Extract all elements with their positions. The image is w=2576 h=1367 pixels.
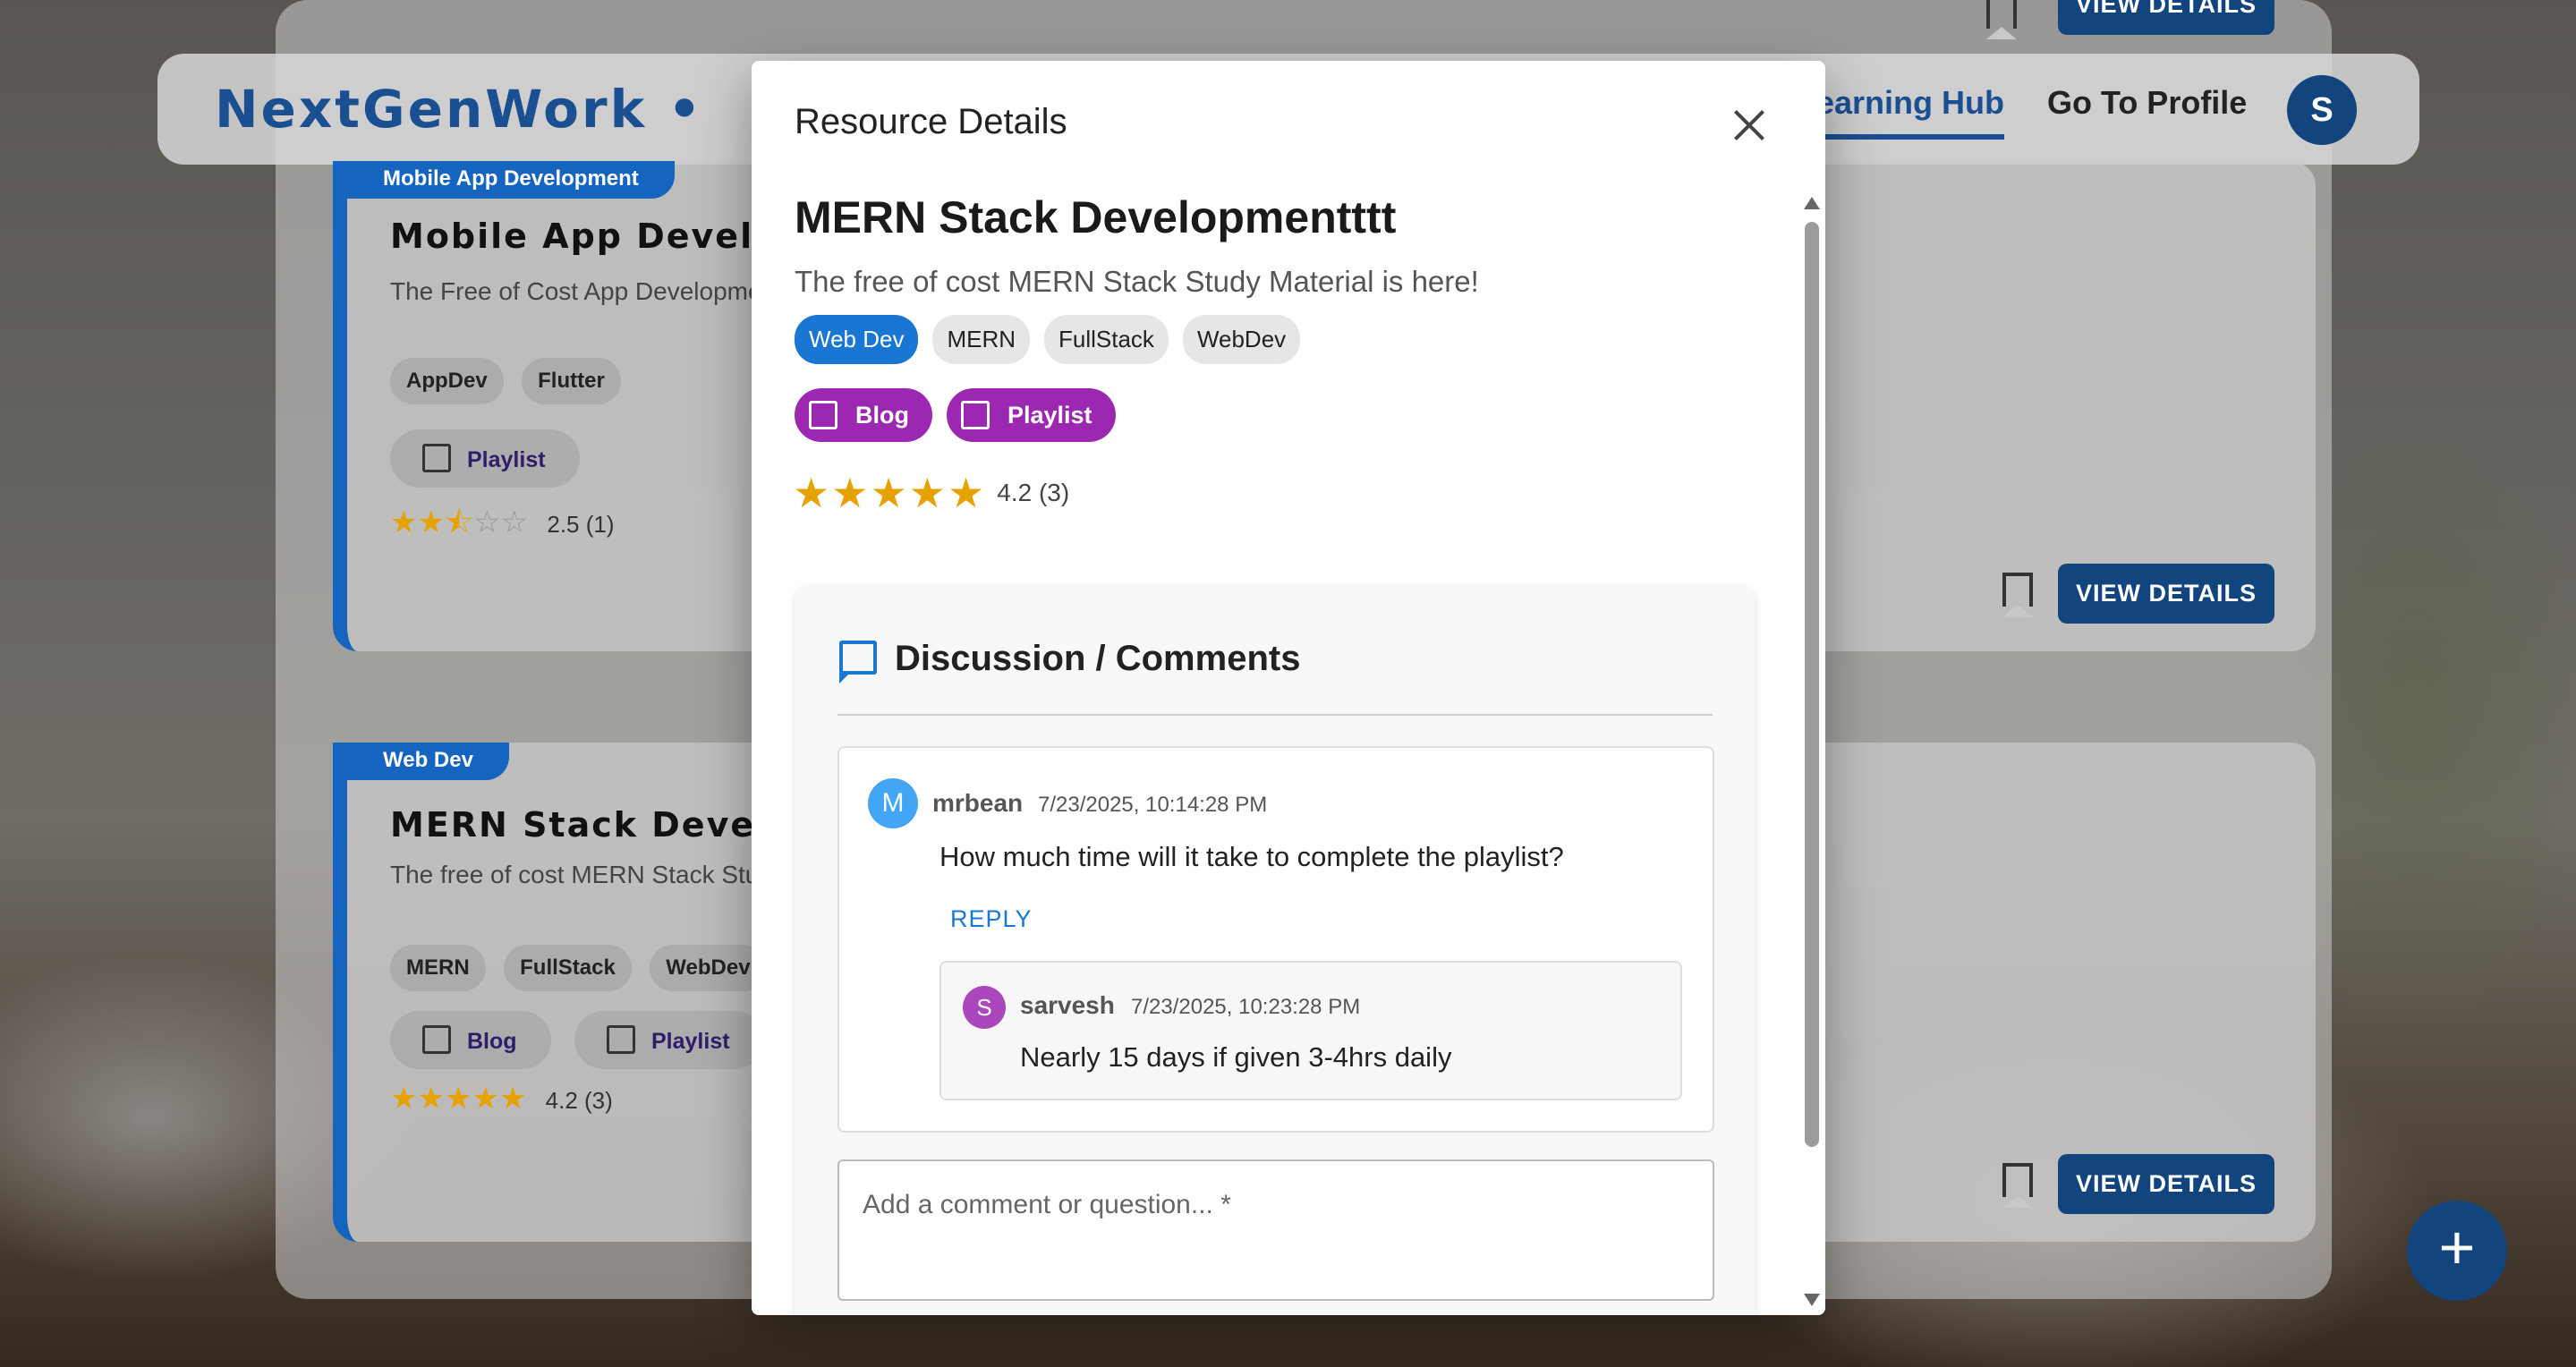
- open-in-new-icon: [961, 401, 990, 429]
- comment-icon: [839, 641, 877, 684]
- link-label: Blog: [855, 401, 909, 429]
- star-icon[interactable]: ★: [871, 469, 907, 517]
- tag-chip: Flutter: [522, 358, 621, 404]
- brand-logo[interactable]: NextGenWork •: [215, 79, 703, 140]
- open-in-new-icon: [809, 401, 837, 429]
- card-category-badge: Web Dev: [333, 743, 509, 780]
- link-label: Blog: [467, 1029, 517, 1054]
- card-links: Blog Playlist: [390, 1011, 784, 1069]
- discussion-panel: Discussion / Comments M mrbean 7/23/2025…: [795, 585, 1756, 1315]
- resource-description: The free of cost MERN Stack Study Materi…: [795, 265, 1479, 298]
- star-icon: ★: [498, 1082, 527, 1116]
- tag-chip: MERN: [390, 945, 486, 991]
- card-rating: ★★★★★ 4.2 (3): [390, 1081, 613, 1117]
- divider: [837, 714, 1713, 716]
- card-tags: AppDev Flutter: [390, 358, 635, 404]
- bookmark-icon[interactable]: [2002, 573, 2033, 617]
- comment-item: M mrbean 7/23/2025, 10:14:28 PM How much…: [837, 746, 1714, 1133]
- comment-author: mrbean: [932, 789, 1024, 817]
- rating-value: 4.2 (3): [997, 479, 1070, 506]
- star-half-icon: ⯪: [444, 505, 474, 539]
- category-chip: Web Dev: [795, 315, 919, 364]
- card-rating: ★★⯪☆☆ 2.5 (1): [390, 501, 615, 552]
- avatar: S: [963, 986, 1006, 1029]
- star-empty-icon: ☆: [473, 505, 501, 539]
- card-category-badge: Mobile App Development: [333, 161, 675, 199]
- tag-chip: FullStack: [504, 945, 632, 991]
- nav-go-to-profile[interactable]: Go To Profile: [2047, 84, 2247, 122]
- view-details-button[interactable]: VIEW DETAILS: [2058, 1154, 2275, 1214]
- star-icon[interactable]: ★: [793, 469, 829, 517]
- playlist-link-button[interactable]: Playlist: [947, 388, 1116, 442]
- blog-link-button[interactable]: Blog: [795, 388, 932, 442]
- view-details-button[interactable]: VIEW DETAILS: [2058, 0, 2275, 35]
- star-icon: ★: [444, 1082, 472, 1116]
- user-avatar[interactable]: S: [2287, 75, 2357, 145]
- tag-chip: AppDev: [390, 358, 504, 404]
- nav-learning-hub[interactable]: earning Hub: [1816, 84, 2005, 140]
- link-label: Playlist: [1007, 401, 1092, 429]
- open-in-new-icon: [422, 1025, 451, 1054]
- card-rating-value: 4.2 (3): [545, 1087, 613, 1114]
- star-empty-icon: ☆: [500, 505, 529, 539]
- star-icon[interactable]: ★: [948, 469, 984, 517]
- star-icon[interactable]: ★: [909, 469, 946, 517]
- resource-rating: ★ ★ ★ ★ ★ 4.2 (3): [793, 469, 1069, 517]
- star-icon: ★: [390, 1082, 418, 1116]
- add-resource-button[interactable]: +: [2407, 1201, 2507, 1301]
- link-label: Playlist: [467, 447, 546, 472]
- link-label: Playlist: [651, 1029, 730, 1054]
- resource-title: MERN Stack Developmentttt: [795, 192, 1397, 242]
- resource-links: Blog Playlist: [795, 388, 1130, 442]
- scroll-down-arrow[interactable]: [1804, 1294, 1820, 1306]
- card-links: Playlist: [390, 429, 599, 488]
- tag-chip: FullStack: [1044, 315, 1169, 364]
- star-icon: ★: [417, 1082, 445, 1116]
- tag-chip: WebDev: [650, 945, 767, 991]
- bookmark-icon[interactable]: [1986, 0, 2017, 39]
- star-icon: ★: [472, 1082, 499, 1116]
- avatar: M: [868, 778, 918, 828]
- comment-timestamp: 7/23/2025, 10:14:28 PM: [1038, 793, 1268, 817]
- star-icon: ★: [390, 505, 418, 539]
- dialog-title: Resource Details: [795, 102, 1067, 141]
- reply-text: Nearly 15 days if given 3-4hrs daily: [1020, 1041, 1452, 1073]
- comment-input-placeholder: Add a comment or question... *: [863, 1190, 1231, 1219]
- resource-details-dialog: Resource Details MERN Stack Developmentt…: [752, 61, 1825, 1315]
- reply-button[interactable]: REPLY: [950, 905, 1033, 933]
- star-icon[interactable]: ★: [831, 469, 868, 517]
- close-icon[interactable]: [1727, 104, 1772, 149]
- open-in-new-icon: [422, 444, 451, 472]
- card-title: Mobile App Develop: [390, 217, 805, 256]
- card-description: The Free of Cost App Developme: [390, 277, 762, 305]
- reply-timestamp: 7/23/2025, 10:23:28 PM: [1131, 995, 1361, 1019]
- star-icon: ★: [417, 505, 445, 539]
- card-rating-value: 2.5 (1): [547, 511, 615, 538]
- resource-tags: Web Dev MERN FullStack WebDev: [795, 315, 1314, 364]
- tag-chip: WebDev: [1182, 315, 1301, 364]
- blog-link-button[interactable]: Blog: [390, 1011, 551, 1069]
- view-details-button[interactable]: VIEW DETAILS: [2058, 564, 2275, 624]
- scrollbar-thumb[interactable]: [1805, 222, 1819, 1147]
- card-description: The free of cost MERN Stack Stu: [390, 861, 760, 888]
- playlist-link-button[interactable]: Playlist: [574, 1011, 764, 1069]
- playlist-link-button[interactable]: Playlist: [390, 429, 580, 488]
- tag-chip: MERN: [932, 315, 1031, 364]
- comment-input[interactable]: Add a comment or question... *: [837, 1159, 1714, 1301]
- reply-author: sarvesh: [1020, 991, 1115, 1019]
- scroll-up-arrow[interactable]: [1804, 197, 1820, 209]
- card-tags: MERN FullStack WebDev: [390, 945, 781, 991]
- reply-item: S sarvesh 7/23/2025, 10:23:28 PM Nearly …: [939, 961, 1682, 1100]
- bookmark-icon[interactable]: [2002, 1163, 2033, 1208]
- comment-text: How much time will it take to complete t…: [939, 841, 1564, 872]
- discussion-title: Discussion / Comments: [895, 639, 1301, 678]
- open-in-new-icon: [607, 1025, 635, 1054]
